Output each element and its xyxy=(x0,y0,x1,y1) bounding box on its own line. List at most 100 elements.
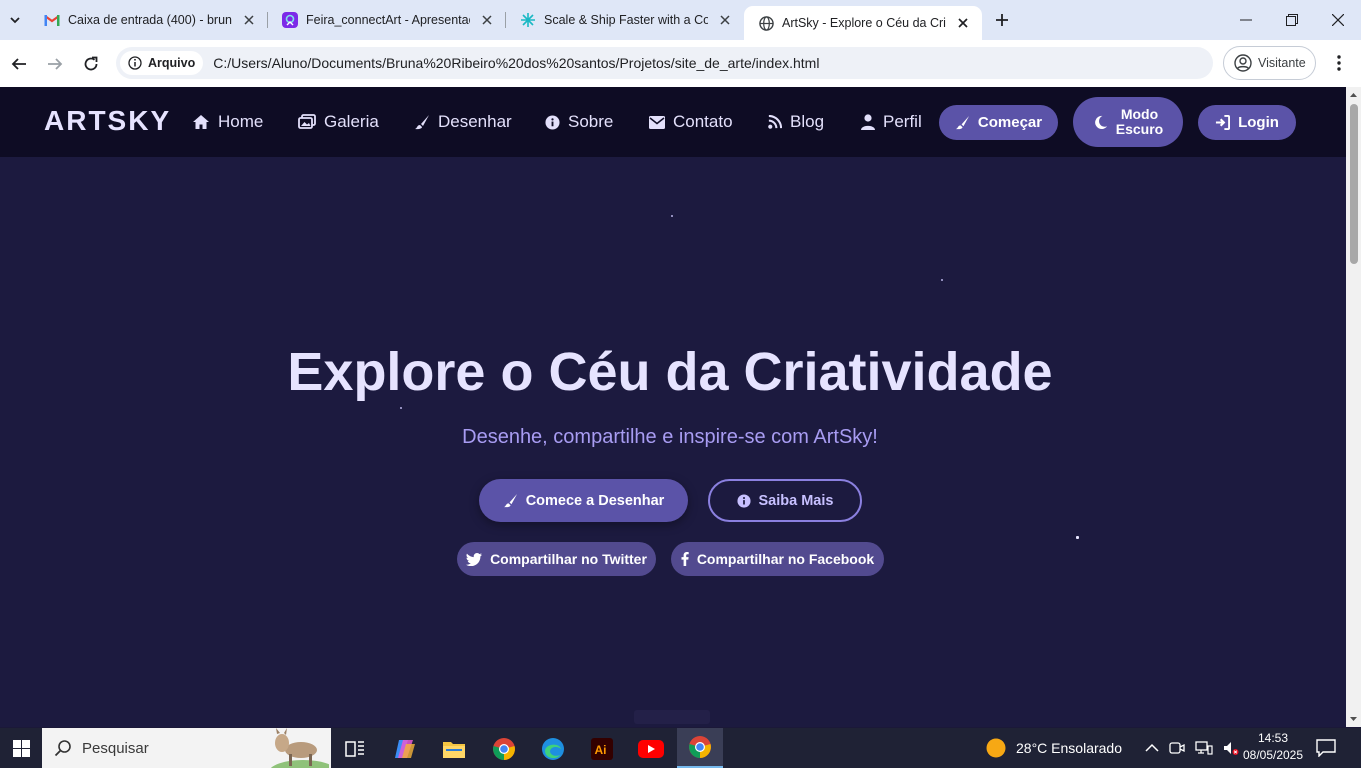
browser-tab-strip: Caixa de entrada (400) - bruna Feira_con… xyxy=(0,0,1361,40)
nav-perfil[interactable]: Perfil xyxy=(861,111,922,133)
volume-muted-icon[interactable] xyxy=(1223,740,1239,756)
copilot-icon xyxy=(395,740,415,758)
user-icon xyxy=(861,114,875,130)
close-window-button[interactable] xyxy=(1315,0,1361,40)
page-scrollbar[interactable] xyxy=(1346,87,1361,727)
gmail-icon xyxy=(44,12,60,28)
envelope-icon xyxy=(649,115,665,129)
comecar-label: Começar xyxy=(977,114,1043,131)
reload-button[interactable] xyxy=(74,47,108,81)
page-viewport: ARTSKY Home Galeria Desenhar Sobre Conta… xyxy=(0,87,1346,727)
illustrator-app[interactable]: Ai xyxy=(582,732,622,766)
address-bar[interactable]: Arquivo C:/Users/Aluno/Documents/Bruna%2… xyxy=(116,47,1213,79)
start-drawing-label: Comece a Desenhar xyxy=(525,492,665,509)
forward-button[interactable] xyxy=(38,47,72,81)
learn-more-label: Saiba Mais xyxy=(758,492,834,509)
info-icon xyxy=(128,56,142,70)
nav-galeria-label: Galeria xyxy=(324,112,379,131)
plus-icon xyxy=(996,14,1008,26)
twitter-icon xyxy=(466,552,483,566)
paintbrush-icon xyxy=(955,115,969,130)
nav-blog[interactable]: Blog xyxy=(767,111,824,133)
nav-home-label: Home xyxy=(218,112,264,131)
tab-title: ArtSky - Explore o Céu da Criati xyxy=(782,16,946,30)
login-label: Login xyxy=(1238,114,1279,131)
star-decoration xyxy=(400,407,402,409)
close-tab-icon[interactable] xyxy=(478,11,496,29)
weather-text: 28°C Ensolarado xyxy=(1016,740,1122,756)
edge-icon xyxy=(542,738,564,760)
scrollbar-thumb[interactable] xyxy=(1350,104,1358,264)
task-view-button[interactable] xyxy=(335,732,375,766)
partially-hidden-element xyxy=(634,710,710,724)
comecar-button[interactable]: Começar xyxy=(939,105,1058,140)
arrow-left-icon xyxy=(11,57,26,70)
chrome-app-active[interactable] xyxy=(677,728,723,768)
site-info-chip[interactable]: Arquivo xyxy=(120,51,204,75)
weather-widget[interactable]: 28°C Ensolarado xyxy=(986,728,1122,768)
chrome-icon xyxy=(493,738,515,760)
tab-canva[interactable]: Feira_connectArt - Apresentaçã xyxy=(268,0,506,40)
close-tab-icon[interactable] xyxy=(716,11,734,29)
nav-contato[interactable]: Contato xyxy=(649,111,733,133)
learn-more-button[interactable]: Saiba Mais xyxy=(708,479,862,522)
tab-title: Scale & Ship Faster with a Com xyxy=(544,13,708,27)
facebook-icon xyxy=(681,552,689,566)
site-logo[interactable]: ARTSKY xyxy=(44,105,171,137)
taskbar-clock[interactable]: 14:53 08/05/2025 xyxy=(1238,730,1308,764)
share-twitter-label: Compartilhar no Twitter xyxy=(490,551,647,567)
tab-title: Caixa de entrada (400) - bruna xyxy=(68,13,232,27)
restore-button[interactable] xyxy=(1269,0,1315,40)
dark-mode-label-line1: Modo xyxy=(1120,106,1159,122)
star-decoration xyxy=(671,215,673,217)
dark-mode-label: Modo Escuro xyxy=(1116,107,1163,137)
tab-artsky[interactable]: ArtSky - Explore o Céu da Criati xyxy=(744,6,982,40)
nav-desenhar-label: Desenhar xyxy=(438,112,512,131)
notifications-button[interactable] xyxy=(1316,728,1336,768)
chrome-app[interactable] xyxy=(484,732,524,766)
start-drawing-button[interactable]: Comece a Desenhar xyxy=(479,479,688,522)
info-circle-icon xyxy=(545,114,560,130)
close-tab-icon[interactable] xyxy=(954,14,972,32)
login-button[interactable]: Login xyxy=(1198,105,1296,140)
tab-title: Feira_connectArt - Apresentaçã xyxy=(306,13,470,27)
folder-icon xyxy=(443,742,465,758)
arrow-right-icon xyxy=(48,57,63,70)
system-tray xyxy=(1145,728,1239,768)
browser-menu-button[interactable] xyxy=(1326,48,1352,78)
chevron-up-icon[interactable] xyxy=(1145,743,1159,753)
nav-home[interactable]: Home xyxy=(192,111,263,133)
copilot-app[interactable] xyxy=(385,732,425,766)
windows-taskbar: Pesquisar Ai 28°C Ensolarado 14:53 08/05… xyxy=(0,728,1361,768)
meet-now-icon[interactable] xyxy=(1169,740,1185,756)
tab-search-button[interactable] xyxy=(0,0,30,40)
images-icon xyxy=(298,114,316,129)
nav-blog-label: Blog xyxy=(790,112,825,131)
new-tab-button[interactable] xyxy=(986,4,1018,36)
url-text: C:/Users/Aluno/Documents/Bruna%20Ribeiro… xyxy=(213,55,820,71)
minimize-button[interactable] xyxy=(1223,0,1269,40)
scroll-down-icon xyxy=(1350,717,1357,721)
share-facebook-button[interactable]: Compartilhar no Facebook xyxy=(671,542,884,576)
edge-app[interactable] xyxy=(533,732,573,766)
tab-gmail[interactable]: Caixa de entrada (400) - bruna xyxy=(30,0,268,40)
network-icon[interactable] xyxy=(1195,740,1213,756)
tab-figma[interactable]: Scale & Ship Faster with a Com xyxy=(506,0,744,40)
close-tab-icon[interactable] xyxy=(240,11,258,29)
nav-sobre[interactable]: Sobre xyxy=(545,111,613,133)
youtube-app[interactable] xyxy=(631,732,671,766)
nav-desenhar[interactable]: Desenhar xyxy=(414,111,512,133)
start-button[interactable] xyxy=(0,728,42,768)
taskbar-search[interactable]: Pesquisar xyxy=(42,728,331,768)
nav-perfil-label: Perfil xyxy=(883,112,922,131)
dark-mode-toggle[interactable]: Modo Escuro xyxy=(1073,97,1183,147)
nav-galeria[interactable]: Galeria xyxy=(298,111,379,133)
file-explorer-app[interactable] xyxy=(434,732,474,766)
back-button[interactable] xyxy=(2,47,36,81)
profile-button[interactable]: Visitante xyxy=(1223,46,1316,80)
illustrator-icon: Ai xyxy=(591,738,613,760)
share-twitter-button[interactable]: Compartilhar no Twitter xyxy=(457,542,656,576)
hero-subtitle: Desenhe, compartilhe e inspire-se com Ar… xyxy=(462,426,878,448)
globe-icon xyxy=(758,15,774,31)
blog-icon xyxy=(768,114,782,129)
